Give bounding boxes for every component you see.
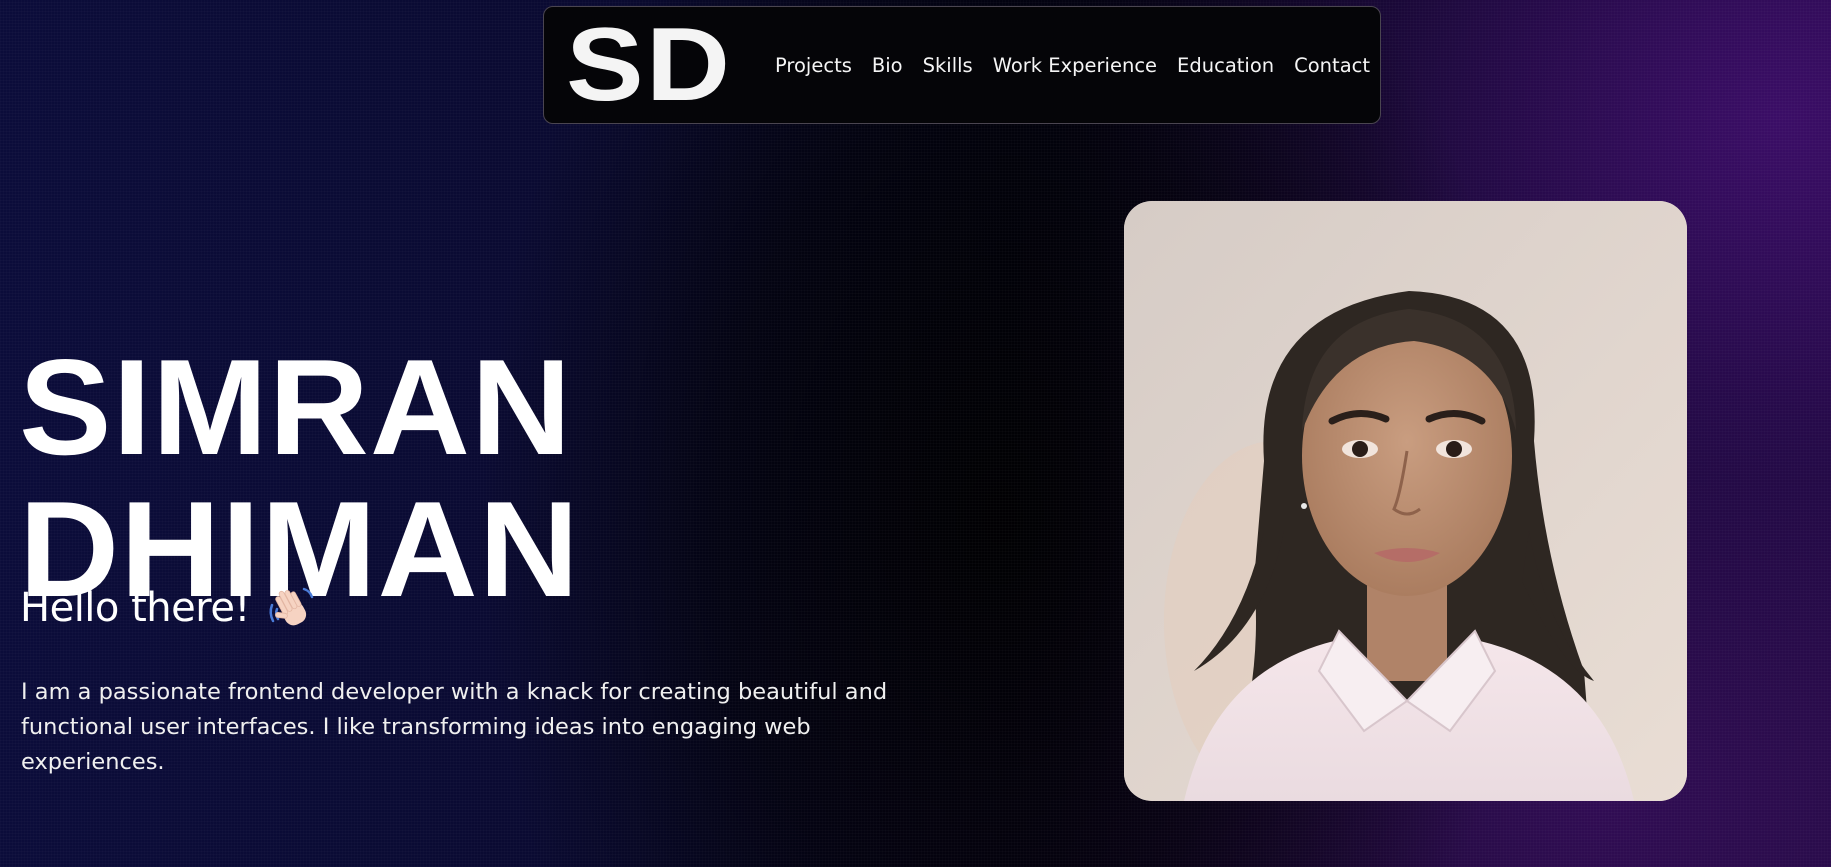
nav-link-education[interactable]: Education (1177, 54, 1274, 77)
bio-paragraph: I am a passionate frontend developer wit… (21, 678, 888, 775)
waving-hand-icon (266, 583, 316, 633)
greeting-text: Hello there! (20, 585, 250, 631)
nav-link-bio[interactable]: Bio (872, 54, 903, 77)
site-logo[interactable]: SD (566, 13, 732, 117)
nav-link-contact[interactable]: Contact (1294, 54, 1370, 77)
nav-link-skills[interactable]: Skills (923, 54, 973, 77)
navbar: SD Projects Bio Skills Work Experience E… (543, 6, 1381, 124)
nav-link-projects[interactable]: Projects (775, 54, 852, 77)
hero-first-name: SIMRAN (19, 331, 573, 484)
greeting: Hello there! (20, 578, 316, 638)
profile-photo (1124, 201, 1687, 801)
nav-links: Projects Bio Skills Work Experience Educ… (775, 7, 1370, 123)
nav-link-work-experience[interactable]: Work Experience (993, 54, 1157, 77)
